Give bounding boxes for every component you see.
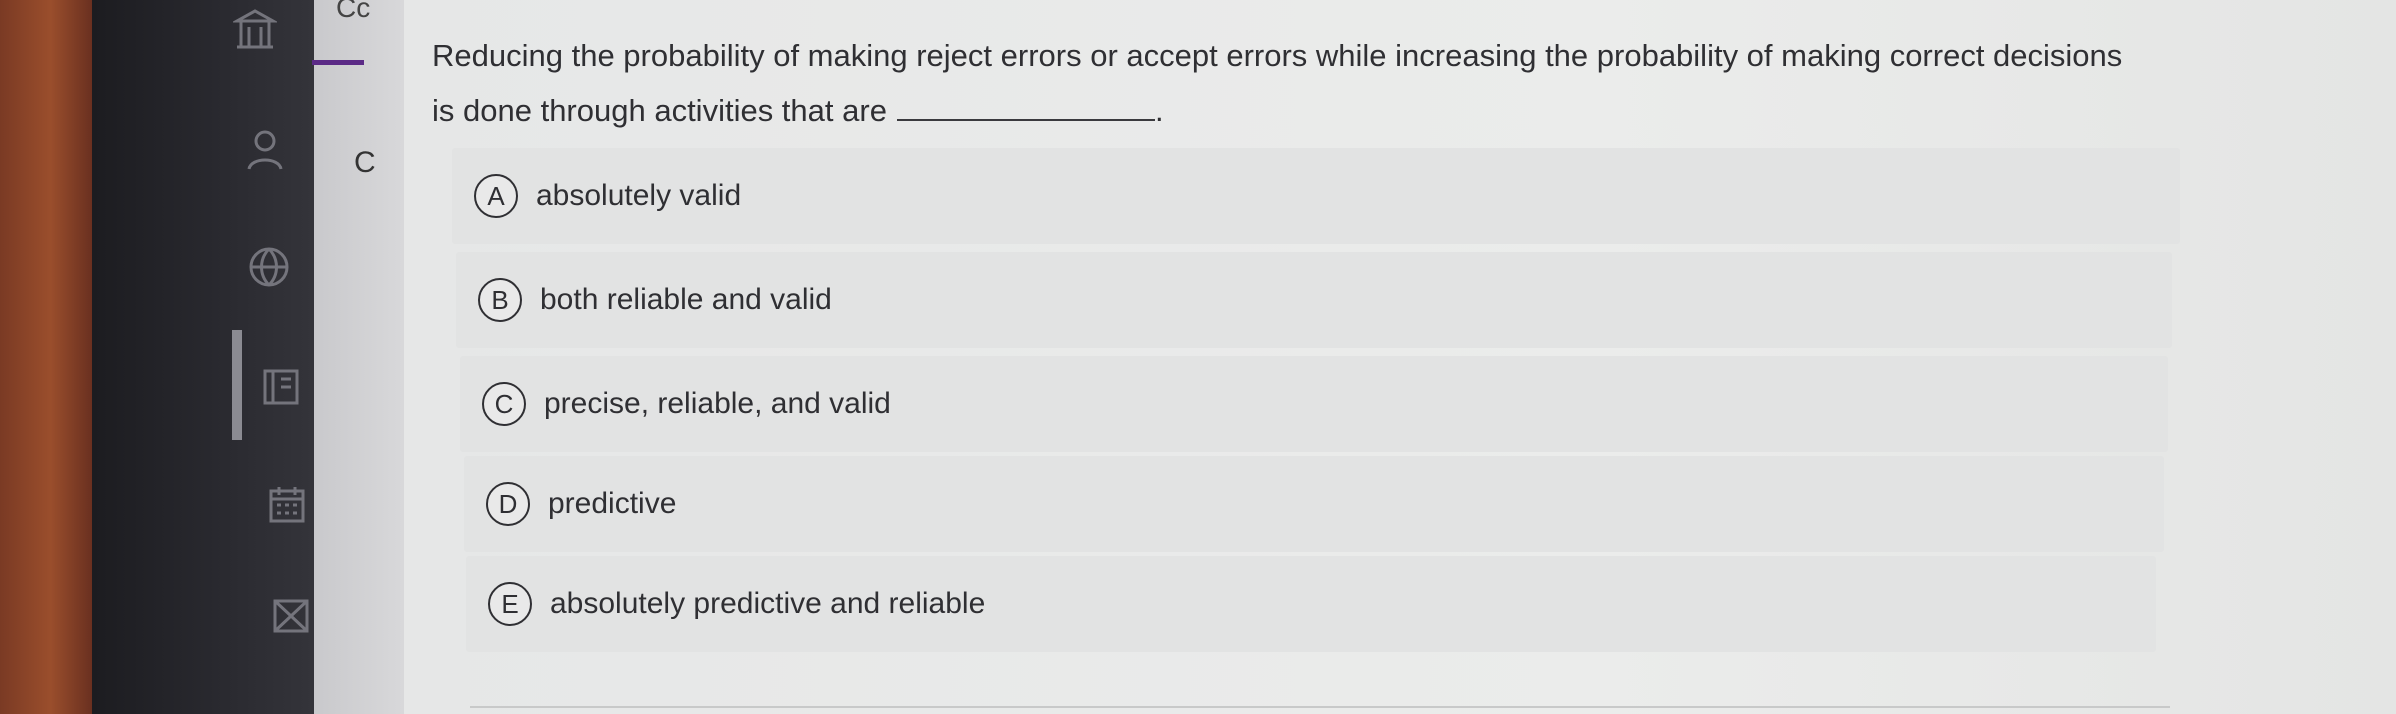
panel-heading: Cc <box>336 0 371 23</box>
option-letter: A <box>474 174 518 218</box>
option-text: both reliable and valid <box>540 283 832 316</box>
question-text: Reducing the probability of making rejec… <box>432 38 2123 128</box>
option-text: predictive <box>548 487 677 520</box>
rail-active-indicator <box>232 330 242 440</box>
globe-icon[interactable] <box>246 244 292 290</box>
book-icon[interactable] <box>258 364 304 410</box>
person-icon[interactable] <box>242 126 288 172</box>
option-letter: E <box>488 582 532 626</box>
calendar-icon[interactable] <box>264 482 310 528</box>
divider <box>470 706 2170 708</box>
option-text: absolutely valid <box>536 179 742 212</box>
option-d[interactable]: D predictive <box>464 456 2164 552</box>
option-e[interactable]: E absolutely predictive and reliable <box>466 556 2156 652</box>
answer-blank <box>896 97 1155 121</box>
option-c[interactable]: C precise, reliable, and valid <box>460 356 2168 452</box>
option-letter: D <box>486 482 530 526</box>
question-prompt: Reducing the probability of making rejec… <box>432 28 2132 138</box>
question-end: . <box>1154 93 1164 128</box>
device-frame-edge <box>0 0 92 714</box>
option-letter: B <box>478 278 522 322</box>
option-text: precise, reliable, and valid <box>544 387 891 420</box>
option-a[interactable]: A absolutely valid <box>452 148 2180 244</box>
building-icon[interactable] <box>232 6 278 52</box>
option-b[interactable]: B both reliable and valid <box>456 252 2172 348</box>
option-text: absolutely predictive and reliable <box>550 587 986 620</box>
panel-item[interactable]: C <box>354 146 376 180</box>
option-letter: C <box>482 382 526 426</box>
panel-active-accent <box>312 60 364 65</box>
secondary-panel <box>314 0 406 714</box>
mail-icon[interactable] <box>268 592 314 638</box>
